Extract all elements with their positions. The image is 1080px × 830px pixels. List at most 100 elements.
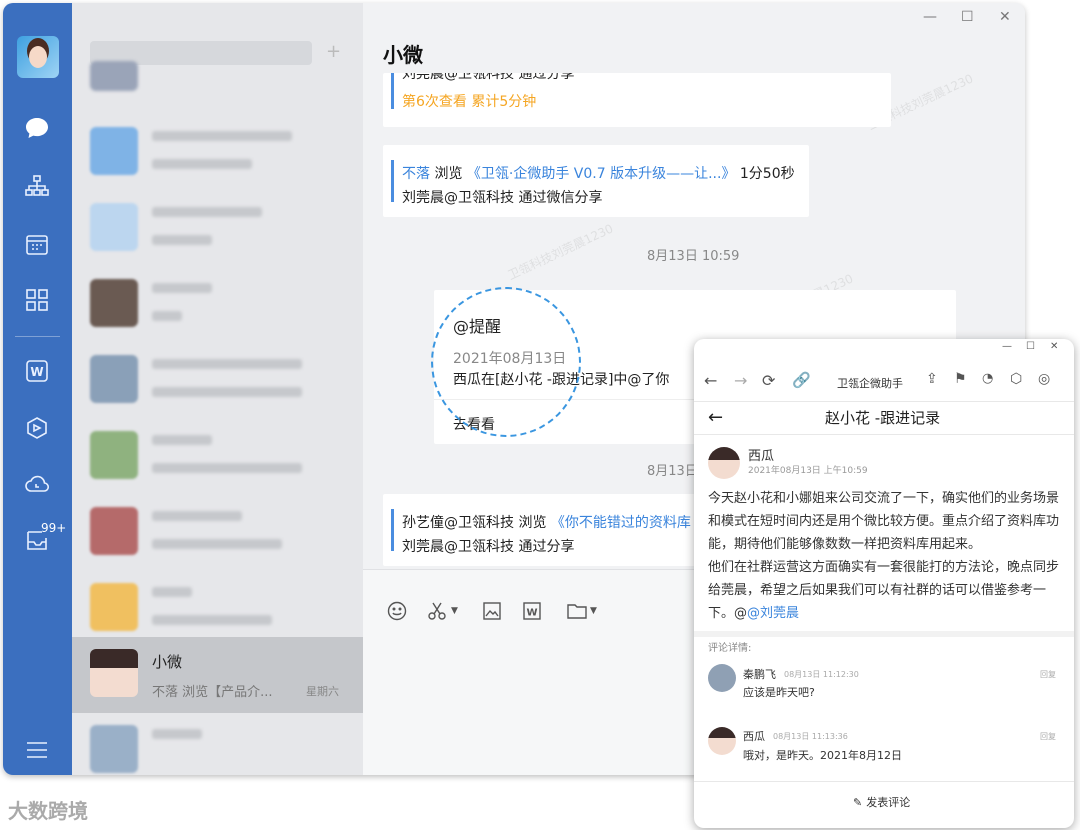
duration-text: 1分50秒: [735, 166, 795, 182]
message-card[interactable]: 刘莞晨@卫瓴科技 通过分享 第6次查看 累计5分钟: [383, 73, 891, 127]
add-icon[interactable]: +: [326, 41, 341, 62]
org-chart-icon[interactable]: [22, 171, 52, 201]
action-text: 浏览: [430, 166, 467, 182]
rss-icon[interactable]: ◔: [982, 371, 993, 386]
message-card[interactable]: 孙艺僮@卫瓴科技 浏览 《你不能错过的资料库 刘莞晨@卫瓴科技 通过分享: [383, 494, 713, 566]
app-name: 卫瓴企微助手: [837, 377, 903, 390]
action-text: 浏览: [514, 515, 551, 531]
link-icon[interactable]: 🔗: [792, 371, 811, 389]
word-doc-icon[interactable]: W: [22, 356, 52, 386]
post-paragraph: 今天赵小花和小娜姐来公司交流了一下，确实他们的业务场景和模式在短时间内还是用个微…: [708, 491, 1060, 552]
cube-icon[interactable]: ⬡: [1010, 371, 1022, 387]
write-comment-button[interactable]: ✎ 发表评论: [853, 794, 910, 810]
conversation-list: + 小微 不落 浏览【产品介... 星期六: [72, 3, 363, 775]
avatar: [90, 649, 138, 697]
remind-date: 2021年08月13日: [453, 351, 567, 367]
svg-text:W: W: [30, 365, 43, 379]
browser-icon[interactable]: ◎: [1038, 371, 1050, 387]
message-card[interactable]: 不落 浏览 《卫瓴·企微助手 V0.7 版本升级——让...》 1分50秒 刘莞…: [383, 145, 809, 217]
brand-logo: 大数跨境: [8, 799, 88, 823]
comments-label: 评论详情:: [708, 643, 752, 654]
list-item[interactable]: [72, 495, 363, 571]
remind-title: @提醒: [453, 317, 502, 336]
article-link[interactable]: 《你不能错过的资料库: [551, 515, 691, 531]
user-avatar[interactable]: [17, 36, 59, 78]
list-item[interactable]: [72, 343, 363, 419]
pencil-icon: ✎: [853, 795, 863, 809]
back-arrow-icon[interactable]: ←: [704, 371, 717, 390]
article-link[interactable]: 《卫瓴·企微助手 V0.7 版本升级——让...》: [467, 166, 736, 182]
emoji-icon[interactable]: [387, 601, 407, 621]
chat-title: 小微: [383, 43, 423, 67]
calendar-icon[interactable]: [22, 229, 52, 259]
avatar: [90, 507, 138, 555]
avatar: [90, 279, 138, 327]
avatar: [90, 431, 138, 479]
minimize-icon[interactable]: —: [923, 9, 937, 25]
list-item-active[interactable]: 小微 不落 浏览【产品介... 星期六: [72, 637, 363, 713]
maximize-icon[interactable]: ☐: [1026, 341, 1035, 352]
refresh-icon[interactable]: ⟳: [762, 371, 775, 390]
avatar: [90, 583, 138, 631]
chat-name: 小微: [152, 653, 183, 671]
close-icon[interactable]: ✕: [999, 9, 1011, 25]
unread-badge: 99+: [41, 521, 67, 535]
timestamp: 8月13日 10:59: [647, 249, 740, 264]
remind-text: 西瓜在[赵小花 -跟进记录]中@了你: [453, 372, 670, 388]
comment-text: 应该是昨天吧?: [743, 686, 815, 699]
back-arrow-icon[interactable]: ←: [708, 407, 723, 428]
avatar: [90, 61, 138, 91]
avatar: [90, 203, 138, 251]
chat-time: 星期六: [306, 685, 339, 698]
flag-icon[interactable]: ⚑: [954, 371, 967, 387]
go-view-link[interactable]: 去看看: [453, 414, 495, 434]
cube-app-icon[interactable]: [22, 413, 52, 443]
share-icon[interactable]: ⇪: [926, 371, 938, 387]
followup-popup-window: — ☐ ✕ ← → ⟳ 🔗 卫瓴企微助手 ⇪ ⚑ ◔ ⬡ ◎ ← 赵小花 -跟进…: [694, 339, 1074, 828]
share-text: 刘莞晨@卫瓴科技 通过分享: [402, 539, 575, 555]
commenter-avatar: [708, 727, 736, 755]
list-item[interactable]: [72, 115, 363, 191]
close-icon[interactable]: ✕: [1050, 341, 1058, 352]
avatar: [90, 725, 138, 773]
maximize-icon[interactable]: ☐: [961, 9, 974, 25]
svg-text:W: W: [526, 608, 537, 619]
apps-grid-icon[interactable]: [22, 285, 52, 315]
view-stats: 第6次查看 累计5分钟: [402, 94, 537, 110]
word-doc-icon[interactable]: W: [522, 601, 542, 621]
list-item[interactable]: [72, 419, 363, 495]
nav-rail: W 99+: [3, 3, 72, 775]
message-text: 刘莞晨@卫瓴科技 通过分享: [402, 73, 575, 82]
chat-preview: 不落 浏览【产品介...: [152, 685, 273, 700]
folder-icon[interactable]: ▼: [566, 601, 597, 621]
cloud-icon[interactable]: [22, 469, 52, 499]
rail-divider: [15, 336, 60, 337]
list-item[interactable]: [72, 571, 363, 647]
mention-link[interactable]: @刘莞晨: [747, 606, 799, 621]
timestamp: 8月13日: [647, 464, 698, 479]
minimize-icon[interactable]: —: [1002, 341, 1012, 352]
list-item[interactable]: [72, 191, 363, 267]
watermark: 卫瓴科技刘莞晨1230: [505, 221, 616, 283]
author-avatar: [708, 447, 740, 479]
reply-button[interactable]: 回复: [1040, 663, 1056, 686]
share-text: 刘莞晨@卫瓴科技 通过微信分享: [402, 190, 603, 206]
avatar: [90, 127, 138, 175]
scissors-icon[interactable]: ▼: [427, 601, 458, 621]
forward-arrow-icon[interactable]: →: [734, 371, 747, 390]
menu-icon[interactable]: [22, 735, 52, 765]
comment-text: 哦对，是昨天。2021年8月12日: [743, 749, 902, 762]
post-body: 今天赵小花和小娜姐来公司交流了一下，确实他们的业务场景和模式在短时间内还是用个微…: [708, 487, 1060, 625]
commenter-avatar: [708, 664, 736, 692]
write-comment-label: 发表评论: [866, 796, 911, 809]
viewer-name[interactable]: 不落: [402, 166, 430, 182]
chat-icon[interactable]: [22, 113, 52, 143]
reply-button[interactable]: 回复: [1040, 725, 1056, 748]
list-item[interactable]: [72, 713, 363, 775]
image-icon[interactable]: [482, 601, 502, 621]
page-title: 赵小花 -跟进记录: [825, 409, 941, 427]
viewer-name[interactable]: 孙艺僮@卫瓴科技: [402, 515, 514, 531]
list-item[interactable]: [72, 267, 363, 343]
avatar: [90, 355, 138, 403]
post-time: 2021年08月13日 上午10:59: [748, 466, 868, 476]
